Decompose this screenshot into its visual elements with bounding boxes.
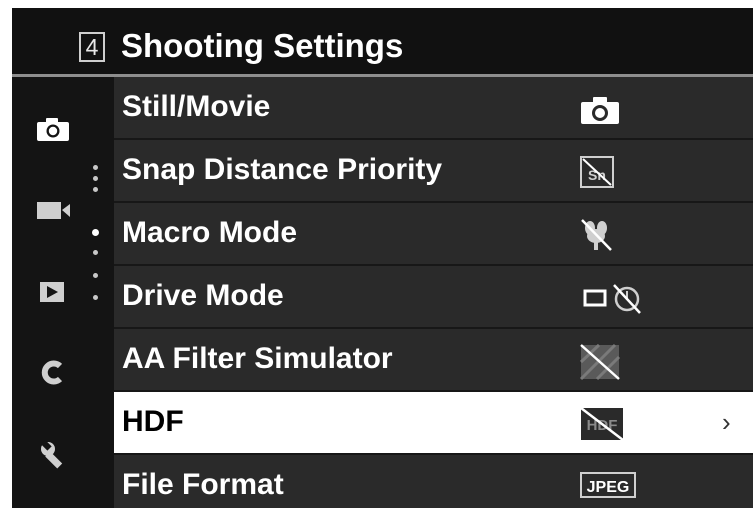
aa-filter-off-icon — [579, 342, 623, 381]
menu-item-label: HDF — [122, 405, 184, 438]
play-icon — [40, 282, 64, 302]
chevron-right-icon: › — [722, 407, 731, 437]
hdf-off-icon: HDF — [579, 405, 629, 441]
menu-item-file-format[interactable]: File Format JPEG — [114, 455, 753, 508]
sidebar — [12, 77, 114, 508]
menu-item-macro-mode[interactable]: Macro Mode — [114, 203, 753, 264]
page-dot — [93, 295, 98, 300]
playback-tab[interactable] — [34, 276, 72, 306]
menu-item-still-movie[interactable]: Still/Movie — [114, 77, 753, 138]
setup-tab[interactable] — [34, 439, 72, 469]
menu-item-drive-mode[interactable]: Drive Mode — [114, 266, 753, 327]
custom-c-icon — [41, 360, 63, 385]
wrench-icon — [41, 440, 63, 469]
page-dot-active — [92, 229, 99, 236]
macro-off-icon — [579, 216, 623, 252]
svg-text:Sn: Sn — [588, 167, 606, 183]
svg-text:JPEG: JPEG — [587, 479, 630, 496]
camera-icon — [579, 90, 623, 126]
menu-item-label: File Format — [122, 468, 284, 501]
single-frame-self-timer-off-icon — [579, 279, 659, 315]
menu-item-aa-filter-simulator[interactable]: AA Filter Simulator — [114, 329, 753, 390]
page-dot — [93, 273, 98, 278]
page-dot — [93, 165, 98, 170]
jpeg-badge-icon: JPEG — [579, 468, 639, 504]
video-camera-icon — [37, 202, 70, 219]
menu-item-snap-distance-priority[interactable]: Snap Distance Priority Sn — [114, 140, 753, 201]
page-title: Shooting Settings — [121, 27, 404, 64]
menu-item-label: Macro Mode — [122, 216, 298, 249]
page-dot — [93, 187, 98, 192]
still-camera-tab[interactable] — [34, 114, 72, 144]
page-indicator — [91, 165, 101, 315]
camera-menu-screen: 4 Shooting Settings Still/Movie Snap Dis… — [12, 8, 753, 508]
menu-item-label: AA Filter Simulator — [122, 342, 393, 375]
page-number-badge: 4 — [79, 32, 105, 62]
page-dot — [93, 176, 98, 181]
menu-item-hdf[interactable]: HDF HDF › — [114, 392, 753, 453]
custom-tab[interactable] — [34, 357, 72, 387]
menu-item-label: Still/Movie — [122, 90, 271, 123]
snap-off-icon: Sn — [579, 153, 623, 189]
menu-header: 4 Shooting Settings — [12, 8, 753, 74]
menu-item-label: Snap Distance Priority — [122, 153, 443, 186]
page-dot — [93, 250, 98, 255]
menu-item-label: Drive Mode — [122, 279, 284, 312]
camera-icon — [37, 118, 69, 141]
movie-tab[interactable] — [34, 195, 72, 225]
